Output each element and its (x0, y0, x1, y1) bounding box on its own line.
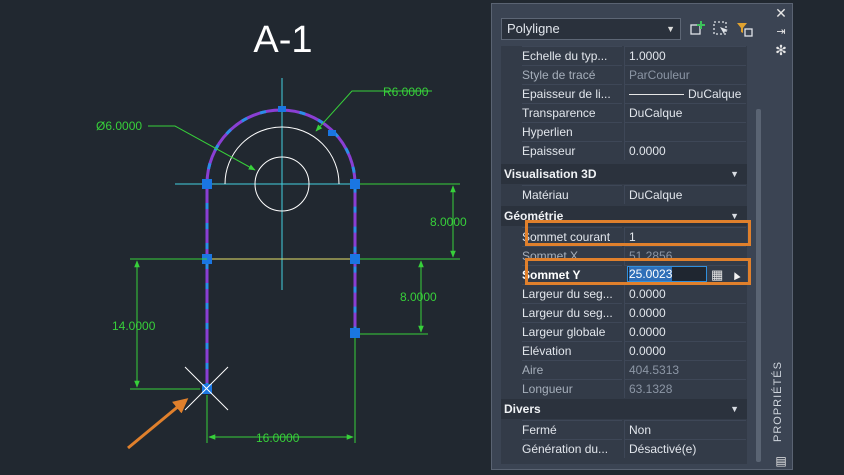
properties-menu-icon[interactable]: ✻ (771, 42, 791, 58)
bottom-dimension: 16.0000 (256, 431, 300, 445)
property-row[interactable]: Génération du... Désactivé(e) (501, 439, 747, 458)
close-icon[interactable]: ✕ (771, 5, 791, 21)
property-row[interactable]: Largeur globale 0.0000 (501, 322, 747, 341)
object-type-dropdown[interactable]: Polyligne ▼ (501, 18, 681, 40)
property-value[interactable]: 0.0000 (624, 303, 746, 322)
scrollbar[interactable] (756, 109, 761, 462)
property-value[interactable]: 51.2856 (624, 246, 746, 265)
property-value[interactable] (624, 265, 746, 284)
property-name: Epaisseur de li... (522, 84, 622, 103)
select-objects-icon[interactable] (711, 19, 731, 39)
property-name: Aire (522, 360, 622, 379)
property-name: Largeur du seg... (522, 284, 622, 303)
property-row[interactable]: Sommet X 51.2856 (501, 246, 747, 265)
property-value[interactable]: Non (624, 420, 746, 439)
property-row[interactable]: Elévation 0.0000 (501, 341, 747, 360)
lineweight-sample (629, 94, 684, 96)
lineweight-value: DuCalque (688, 87, 742, 101)
palette-title: PROPRIÉTÉS (772, 361, 784, 442)
property-row[interactable]: Epaisseur de li... DuCalque (501, 84, 747, 103)
collapse-icon[interactable]: ▼ (730, 206, 739, 226)
drawing-title: A-1 (253, 19, 312, 61)
property-name: Matériau (522, 185, 622, 204)
property-row[interactable]: Sommet Y 25.0023 ▦ ▲ (501, 265, 747, 284)
property-name: Transparence (522, 103, 622, 122)
property-row[interactable]: Largeur du seg... 0.0000 (501, 303, 747, 322)
property-value[interactable]: ParCouleur (624, 65, 746, 84)
section-geometry[interactable]: Géométrie ▼ (501, 206, 747, 226)
property-row[interactable]: Echelle du typ... 1.0000 (501, 46, 747, 65)
diameter-dimension: Ø6.0000 (96, 119, 142, 133)
property-row[interactable]: Largeur du seg... 0.0000 (501, 284, 747, 303)
property-row[interactable]: Matériau DuCalque (501, 185, 747, 204)
property-value[interactable]: DuCalque (624, 185, 746, 204)
grips[interactable] (202, 106, 360, 394)
polyline-selection-dash (205, 108, 357, 389)
radius-dimension: R6.0000 (383, 85, 429, 99)
property-name: Largeur du seg... (522, 303, 622, 322)
property-row[interactable]: Sommet courant 1 (501, 227, 747, 246)
property-value[interactable]: 63.1328 (624, 379, 746, 398)
property-row[interactable]: Epaisseur 0.0000 (501, 141, 747, 160)
property-value[interactable]: DuCalque (624, 84, 746, 103)
property-name: Sommet Y (522, 265, 622, 284)
property-value[interactable]: 404.5313 (624, 360, 746, 379)
section-viz3d-label: Visualisation 3D (504, 167, 597, 181)
section-misc[interactable]: Divers ▼ (501, 399, 747, 419)
auto-hide-icon[interactable]: ⇥ (771, 24, 791, 40)
property-value[interactable]: 0.0000 (624, 141, 746, 160)
property-name: Echelle du typ... (522, 46, 622, 65)
property-name: Fermé (522, 420, 622, 439)
property-value[interactable]: 1 (624, 227, 746, 246)
property-value[interactable]: 0.0000 (624, 322, 746, 341)
palette-settings-icon[interactable]: ▤ (771, 453, 791, 469)
property-name: Sommet courant (522, 227, 622, 246)
property-value[interactable]: 0.0000 (624, 341, 746, 360)
selected-polyline[interactable] (205, 108, 357, 389)
property-name: Hyperlien (522, 122, 622, 141)
object-type-value: Polyligne (507, 21, 560, 36)
upper-right-dimension: 8.0000 (430, 215, 467, 229)
collapse-icon[interactable]: ▼ (730, 399, 739, 419)
chevron-down-icon[interactable]: ▼ (666, 19, 675, 39)
left-dimension: 14.0000 (112, 319, 156, 333)
property-value[interactable] (624, 122, 746, 141)
property-value[interactable]: 0.0000 (624, 284, 746, 303)
property-row[interactable]: Style de tracé ParCouleur (501, 65, 747, 84)
properties-grid: Echelle du typ... 1.0000 Style de tracé Par… (501, 46, 747, 464)
property-value[interactable]: DuCalque (624, 103, 746, 122)
property-name: Sommet X (522, 246, 622, 265)
property-row[interactable]: Longueur 63.1328 (501, 379, 747, 398)
section-geometry-label: Géométrie (504, 209, 564, 223)
property-name: Elévation (522, 341, 622, 360)
section-viz3d[interactable]: Visualisation 3D ▼ (501, 164, 747, 184)
property-name: Génération du... (522, 439, 622, 458)
property-value[interactable]: 1.0000 (624, 46, 746, 65)
property-name: Epaisseur (522, 141, 622, 160)
lower-right-dimension: 8.0000 (400, 290, 437, 304)
quick-select-icon[interactable] (734, 19, 754, 39)
collapse-icon[interactable]: ▼ (730, 164, 739, 184)
property-row[interactable]: Hyperlien (501, 122, 747, 141)
property-value[interactable]: Désactivé(e) (624, 439, 746, 458)
property-row[interactable]: Aire 404.5313 (501, 360, 747, 379)
property-row[interactable]: Fermé Non (501, 420, 747, 439)
section-misc-label: Divers (504, 402, 541, 416)
property-name: Style de tracé (522, 65, 622, 84)
property-row[interactable]: Transparence DuCalque (501, 103, 747, 122)
properties-palette: Polyligne ▼ Echelle du typ... 1.0000 Style… (491, 3, 793, 470)
toggle-pickadd-icon[interactable] (688, 19, 708, 39)
property-name: Longueur (522, 379, 622, 398)
dimension-geometry (130, 90, 460, 443)
annotation-arrow (127, 398, 189, 450)
property-name: Largeur globale (522, 322, 622, 341)
